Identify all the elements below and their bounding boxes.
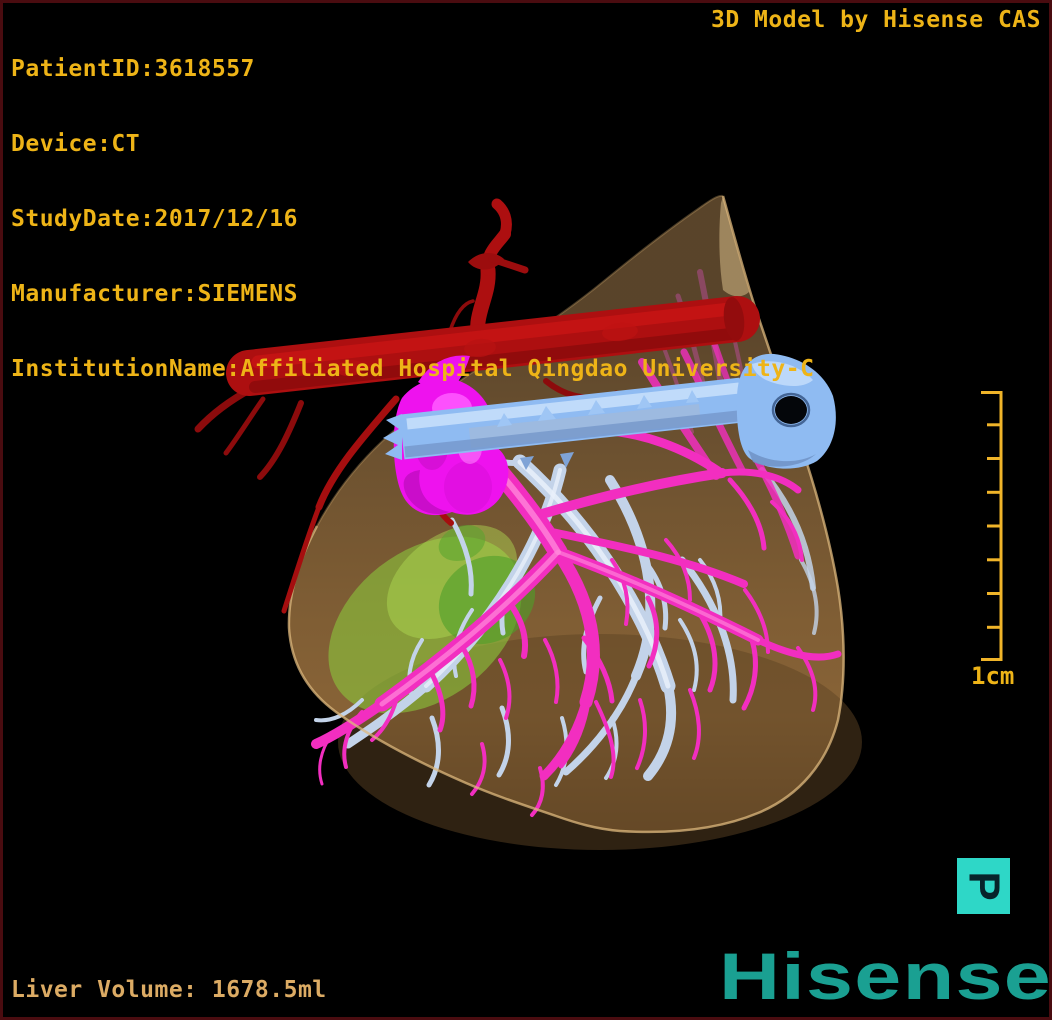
scale-1cm-label: 1cm <box>971 662 1015 690</box>
overlay-study-date: StudyDate:2017/12/16 <box>11 206 298 232</box>
overlay-device: Device:CT <box>11 131 141 157</box>
overlay-patient-id: PatientID:3618557 <box>11 56 255 82</box>
patient-info-block: PatientID:3618557 Device:CT StudyDate:20… <box>11 7 814 432</box>
overlay-manufacturer: Manufacturer:SIEMENS <box>11 281 298 307</box>
p-icon-letter: P <box>959 871 1009 901</box>
liver-volume-label: Liver Volume: 1678.5ml <box>11 977 327 1003</box>
watermark-title: 3D Model by Hisense CAS <box>711 7 1041 33</box>
overlay-institution: InstitutionName:Affiliated Hospital Qing… <box>11 356 815 382</box>
hisense-logo: Hisense <box>719 939 1052 1013</box>
hisense-p-icon: P <box>957 858 1010 914</box>
scale-bar <box>981 391 1003 661</box>
viewer-3d-canvas[interactable]: PatientID:3618557 Device:CT StudyDate:20… <box>0 0 1052 1020</box>
